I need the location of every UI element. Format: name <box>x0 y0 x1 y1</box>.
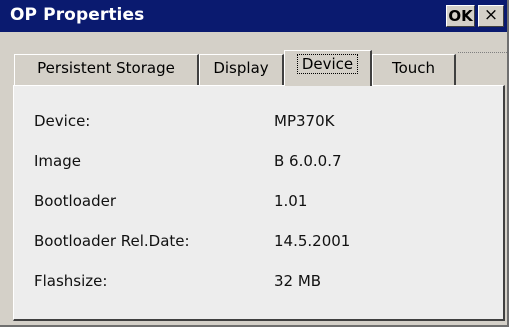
tab-persistent-storage-label: Persistent Storage <box>37 59 175 77</box>
flashsize-label: Flashsize: <box>34 272 108 290</box>
device-panel: Device: MP370K Image B 6.0.0.7 Bootloade… <box>13 85 505 321</box>
tab-display[interactable]: Display <box>199 54 284 85</box>
window-title: OP Properties <box>10 5 145 25</box>
tab-display-label: Display <box>213 59 269 77</box>
device-value: MP370K <box>274 112 335 130</box>
tab-persistent-storage[interactable]: Persistent Storage <box>14 54 199 85</box>
ok-button[interactable]: OK <box>446 5 475 27</box>
tab-device-label: Device <box>296 54 359 74</box>
flashsize-value: 32 MB <box>274 272 322 290</box>
tab-device[interactable]: Device <box>284 50 372 86</box>
image-label: Image <box>34 152 81 170</box>
close-button[interactable]: × <box>478 5 504 27</box>
bootloader-rel-date-label: Bootloader Rel.Date: <box>34 232 190 250</box>
tab-touch[interactable]: Touch <box>372 54 456 85</box>
bootloader-rel-date-value: 14.5.2001 <box>274 232 351 250</box>
tab-touch-label: Touch <box>391 59 436 77</box>
image-value: B 6.0.0.7 <box>274 152 342 170</box>
bootloader-label: Bootloader <box>34 192 116 210</box>
title-bar: OP Properties OK × <box>0 0 507 32</box>
tab-strip-edge <box>458 52 507 67</box>
device-label: Device: <box>34 112 91 130</box>
bootloader-value: 1.01 <box>274 192 308 210</box>
op-properties-window: OP Properties OK × Persistent Storage Di… <box>0 0 509 327</box>
